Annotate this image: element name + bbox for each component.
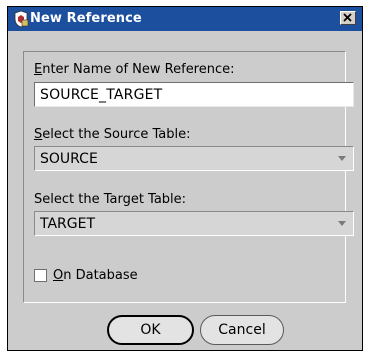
on-database-label[interactable]: On Database — [53, 268, 138, 283]
dialog-title: New Reference — [30, 11, 142, 26]
source-table-select[interactable]: SOURCE — [34, 146, 354, 171]
target-label: Select the Target Table: — [34, 192, 187, 207]
ok-button[interactable]: OK — [107, 315, 194, 345]
source-label: Select the Source Table: — [34, 127, 191, 142]
chevron-down-icon — [338, 156, 346, 161]
chevron-down-icon — [338, 221, 346, 226]
reference-name-input[interactable]: SOURCE_TARGET — [34, 82, 354, 107]
name-label-rest: nter Name of New Reference: — [42, 62, 235, 77]
on-database-checkbox[interactable] — [34, 269, 47, 282]
source-table-value: SOURCE — [40, 151, 98, 167]
app-icon — [14, 10, 29, 28]
close-icon — [343, 13, 352, 22]
name-label: Enter Name of New Reference: — [34, 62, 235, 77]
close-button[interactable] — [340, 11, 356, 25]
cancel-button[interactable]: Cancel — [200, 315, 284, 345]
target-table-select[interactable]: TARGET — [34, 211, 354, 236]
new-reference-dialog: New Reference Enter Name of New Referenc… — [7, 6, 363, 351]
title-bar[interactable]: New Reference — [8, 7, 362, 31]
form-panel: Enter Name of New Reference: SOURCE_TARG… — [23, 51, 354, 303]
target-table-value: TARGET — [40, 216, 96, 232]
on-database-label-rest: n Database — [63, 268, 138, 283]
source-label-rest: elect the Source Table: — [42, 127, 191, 142]
